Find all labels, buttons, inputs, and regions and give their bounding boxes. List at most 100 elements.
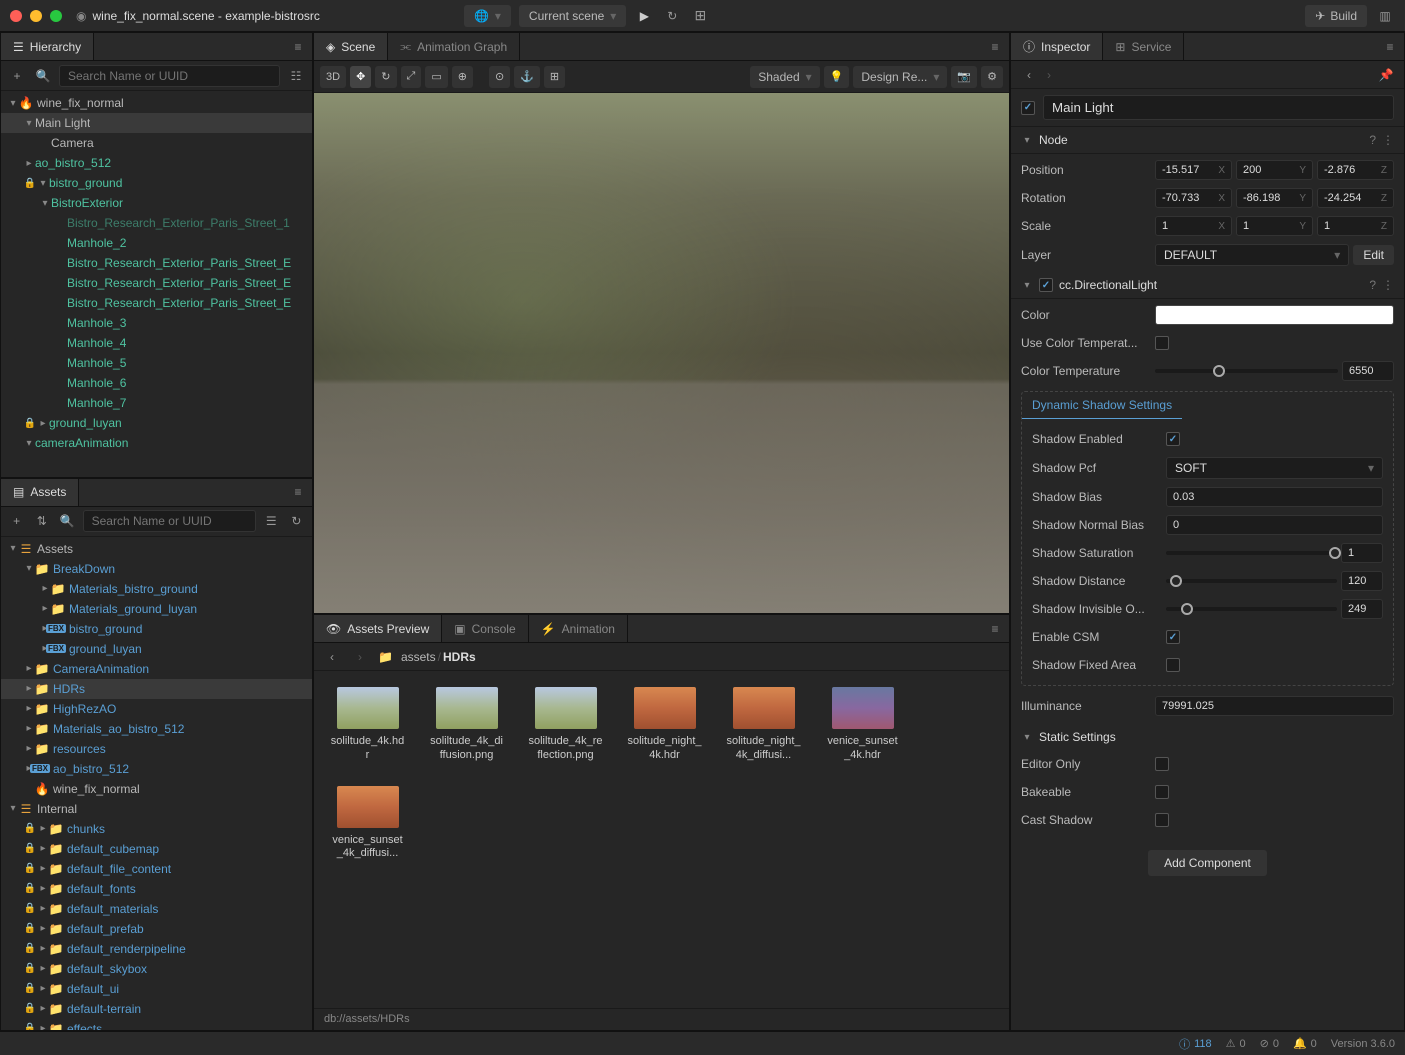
caret-icon[interactable]: ▸	[23, 723, 35, 734]
build-button[interactable]: ✈ Build	[1305, 5, 1367, 27]
color-temp-input[interactable]: 6550	[1342, 361, 1394, 381]
tree-row[interactable]: ▸📁Materials_bistro_ground	[1, 579, 312, 599]
gear-button[interactable]: ⚙	[981, 66, 1003, 88]
asset-item[interactable]: venice_sunset_4k_diffusi...	[330, 786, 405, 860]
tree-row[interactable]: Manhole_7	[1, 393, 312, 413]
shadow-invisible-input[interactable]: 249	[1341, 599, 1383, 619]
breadcrumb-segment[interactable]: assets	[401, 650, 436, 664]
caret-icon[interactable]: ▸	[23, 663, 35, 674]
nav-back-button[interactable]: ‹	[1019, 65, 1039, 85]
shadow-normal-bias-input[interactable]: 0	[1166, 515, 1383, 535]
panel-menu-icon[interactable]: ≡	[981, 615, 1009, 642]
refresh-icon[interactable]: ↻	[287, 511, 306, 531]
maximize-window-button[interactable]	[50, 10, 62, 22]
caret-icon[interactable]: ▸	[23, 703, 35, 714]
shadow-distance-input[interactable]: 120	[1341, 571, 1383, 591]
caret-icon[interactable]: ▾	[39, 198, 51, 209]
caret-icon[interactable]: ▸	[37, 983, 49, 994]
help-icon[interactable]: ?	[1369, 133, 1376, 147]
asset-item[interactable]: soliltude_4k_diffusion.png	[429, 687, 504, 761]
camera-button[interactable]: 📷	[951, 66, 977, 88]
tree-row[interactable]: Manhole_5	[1, 353, 312, 373]
hierarchy-tree[interactable]: ▾🔥wine_fix_normal▾Main LightCamera▸ao_bi…	[1, 91, 312, 477]
add-node-button[interactable]: +	[7, 66, 27, 86]
mode-3d-button[interactable]: 3D	[320, 66, 346, 88]
panel-menu-icon[interactable]: ≡	[1376, 33, 1404, 60]
cast-shadow-checkbox[interactable]	[1155, 813, 1169, 827]
asset-item[interactable]: solitude_night_4k.hdr	[627, 687, 702, 761]
use-color-temp-checkbox[interactable]	[1155, 336, 1169, 350]
tab-assets-preview[interactable]: 👁 Assets Preview	[314, 615, 442, 642]
tab-service[interactable]: ⊞ Service	[1103, 33, 1184, 60]
menu-icon[interactable]: ⋮	[1382, 278, 1394, 292]
tab-scene[interactable]: ◈ Scene	[314, 33, 388, 60]
asset-grid[interactable]: soliltude_4k.hdr soliltude_4k_diffusion.p…	[314, 671, 1009, 1008]
add-asset-button[interactable]: +	[7, 511, 26, 531]
caret-icon[interactable]: ▾	[23, 563, 35, 574]
caret-icon[interactable]: ▾	[7, 98, 19, 109]
anchor-button[interactable]: ⚓	[514, 66, 540, 88]
caret-icon[interactable]: ▸	[23, 683, 35, 694]
asset-item[interactable]: venice_sunset_4k.hdr	[825, 687, 900, 761]
play-button[interactable]: ▶	[634, 6, 654, 26]
node-name-input[interactable]	[1043, 95, 1394, 120]
tree-row[interactable]: ▾☰Internal	[1, 799, 312, 819]
rotation-y-input[interactable]: -86.198Y	[1236, 188, 1313, 208]
color-temp-slider[interactable]	[1155, 369, 1338, 373]
tree-row[interactable]: 🔒▸📁default_skybox	[1, 959, 312, 979]
caret-icon[interactable]: ▸	[23, 743, 35, 754]
folder-button[interactable]: ▥	[1375, 6, 1395, 26]
tree-row[interactable]: 🔒▾bistro_ground	[1, 173, 312, 193]
shadow-enabled-checkbox[interactable]	[1166, 432, 1180, 446]
tree-row[interactable]: Manhole_4	[1, 333, 312, 353]
list-toggle-icon[interactable]: ☷	[286, 66, 306, 86]
snap-button[interactable]: ⊞	[544, 66, 565, 88]
pin-icon[interactable]: 📌	[1376, 65, 1396, 85]
node-enabled-checkbox[interactable]	[1021, 101, 1035, 115]
tab-console[interactable]: ▣ Console	[442, 615, 528, 642]
rect-tool-button[interactable]: ▭	[425, 66, 447, 88]
tree-row[interactable]: Bistro_Research_Exterior_Paris_Street_E	[1, 273, 312, 293]
tree-row[interactable]: 🔒▸📁default_cubemap	[1, 839, 312, 859]
tree-row[interactable]: ▸📁HDRs	[1, 679, 312, 699]
pivot-button[interactable]: ⊙	[489, 66, 510, 88]
nav-back-button[interactable]: ‹	[322, 647, 342, 667]
caret-icon[interactable]: ▸	[37, 843, 49, 854]
error-count[interactable]: ⊘0	[1260, 1037, 1279, 1050]
scale-y-input[interactable]: 1Y	[1236, 216, 1313, 236]
tree-row[interactable]: ▸📁Materials_ao_bistro_512	[1, 719, 312, 739]
warn-count[interactable]: ⚠0	[1226, 1037, 1246, 1050]
tree-row[interactable]: ▾📁BreakDown	[1, 559, 312, 579]
asset-item[interactable]: soliltude_4k.hdr	[330, 687, 405, 761]
static-settings-header[interactable]: ▾ Static Settings	[1011, 720, 1404, 750]
shadow-invisible-slider[interactable]	[1166, 607, 1337, 611]
layer-edit-button[interactable]: Edit	[1353, 245, 1394, 265]
minimize-window-button[interactable]	[30, 10, 42, 22]
shadow-distance-slider[interactable]	[1166, 579, 1337, 583]
panel-menu-icon[interactable]: ≡	[284, 479, 312, 506]
tab-animation[interactable]: ⚡ Animation	[529, 615, 628, 642]
filter-icon[interactable]: ☰	[262, 511, 281, 531]
tree-row[interactable]: Manhole_2	[1, 233, 312, 253]
refresh-button[interactable]: ↻	[662, 6, 682, 26]
tree-row[interactable]: ▸📁Materials_ground_luyan	[1, 599, 312, 619]
caret-icon[interactable]: ▾	[23, 118, 35, 129]
tree-row[interactable]: ▾BistroExterior	[1, 193, 312, 213]
nav-fwd-button[interactable]: ›	[350, 647, 370, 667]
caret-icon[interactable]: ▸	[37, 418, 49, 429]
tree-row[interactable]: ▾cameraAnimation	[1, 433, 312, 453]
tree-row[interactable]: ▸FBXao_bistro_512	[1, 759, 312, 779]
tree-row[interactable]: 🔒▸📁default_ui	[1, 979, 312, 999]
caret-icon[interactable]: ▸	[23, 158, 35, 169]
move-tool-button[interactable]: ✥	[350, 66, 371, 88]
tree-row[interactable]: ▸📁CameraAnimation	[1, 659, 312, 679]
caret-icon[interactable]: ▾	[7, 803, 19, 814]
tree-row[interactable]: 🔒▸📁chunks	[1, 819, 312, 839]
shadow-saturation-slider[interactable]	[1166, 551, 1337, 555]
tree-row[interactable]: 🔒▸📁default_prefab	[1, 919, 312, 939]
design-resolution-dropdown[interactable]: Design Re... ▾	[853, 66, 947, 88]
layer-dropdown[interactable]: DEFAULT▾	[1155, 244, 1349, 266]
assets-tree[interactable]: ▾☰Assets▾📁BreakDown▸📁Materials_bistro_gr…	[1, 537, 312, 1030]
tool-button[interactable]: ⊕	[452, 66, 473, 88]
asset-item[interactable]: soliltude_4k_reflection.png	[528, 687, 603, 761]
